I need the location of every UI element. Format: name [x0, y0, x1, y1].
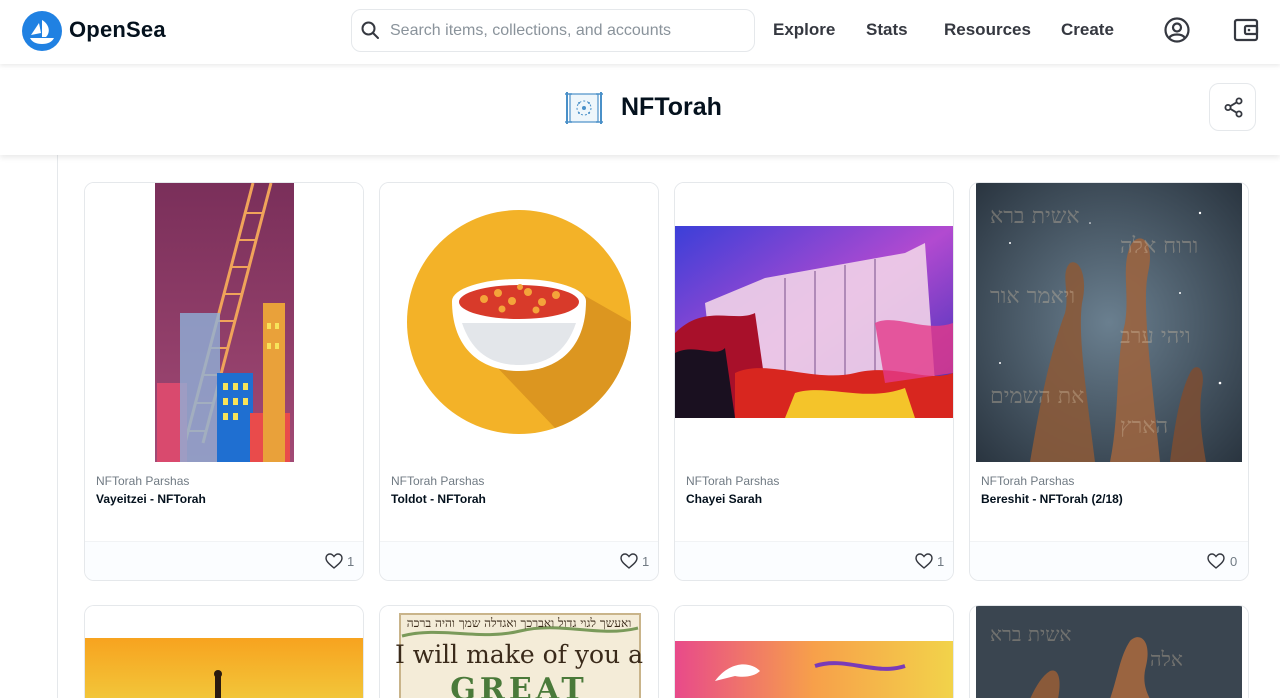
asset-collection-name[interactable]: NFTorah Parshas [686, 474, 779, 488]
favorite-count: 1 [347, 554, 355, 569]
nav-stats-link[interactable]: Stats [866, 20, 908, 40]
heart-icon[interactable] [1207, 553, 1225, 569]
asset-image[interactable] [675, 606, 953, 698]
asset-card[interactable]: NFTorah Parshas Vayeitzei - NFTorah 1 [84, 182, 364, 581]
asset-card[interactable]: NFTorah Parshas Toldot - NFTorah 1 [379, 182, 659, 581]
artwork-hebrew-text: ואעשך לגוי גדול ואברכך ואגדלה שמך והיה ב… [406, 616, 632, 630]
asset-collection-name[interactable]: NFTorah Parshas [981, 474, 1074, 488]
asset-name[interactable]: Chayei Sarah [686, 491, 886, 508]
asset-card[interactable]: אשית ברא ורוח אלה ויאמר אור ויהי ערב את הש… [969, 182, 1249, 581]
heart-icon[interactable] [915, 553, 933, 569]
opensea-logo-icon[interactable] [22, 11, 62, 51]
asset-card[interactable]: ואעשך לגוי גדול ואברכך ואגדלה שמך והיה ב… [379, 605, 659, 698]
asset-image[interactable] [85, 183, 363, 462]
asset-image[interactable]: אשית ברא ורוח אלה ויאמר אור ויהי ערב את הש… [970, 183, 1248, 462]
card-footer: 1 [85, 541, 363, 580]
card-footer: 1 [380, 541, 658, 580]
card-footer: 1 [675, 541, 953, 580]
wallet-icon[interactable] [1232, 16, 1260, 44]
asset-card[interactable]: NFTorah Parshas Chayei Sarah 1 [674, 182, 954, 581]
share-icon [1224, 97, 1243, 118]
search-icon [361, 21, 379, 39]
collection-title: NFTorah [621, 93, 722, 121]
asset-image[interactable]: ואעשך לגוי גדול ואברכך ואגדלה שמך והיה ב… [380, 606, 658, 698]
svg-text:את השמים: את השמים [990, 384, 1084, 409]
search-box[interactable] [351, 9, 755, 52]
asset-image[interactable] [380, 183, 658, 462]
nav-explore-link[interactable]: Explore [773, 20, 835, 40]
asset-collection-name[interactable]: NFTorah Parshas [391, 474, 484, 488]
search-input[interactable] [390, 10, 750, 51]
asset-image[interactable]: אשית ברא אלה [970, 606, 1248, 698]
asset-name[interactable]: Vayeitzei - NFTorah [96, 491, 296, 508]
svg-text:ויהי ערב: ויהי ערב [1120, 324, 1191, 349]
favorite-count: 1 [937, 554, 945, 569]
svg-text:אשית ברא: אשית ברא [990, 622, 1071, 646]
svg-text:ורוח אלה: ורוח אלה [1120, 234, 1198, 259]
artwork-text-great: GREAT [450, 672, 588, 698]
collection-logo-icon[interactable] [564, 88, 604, 128]
collection-header: NFTorah [0, 64, 1280, 155]
share-button[interactable] [1209, 83, 1256, 131]
account-icon[interactable] [1163, 16, 1191, 44]
asset-name[interactable]: Bereshit - NFTorah (2/18) [981, 491, 1181, 508]
svg-text:אשית ברא: אשית ברא [990, 204, 1080, 229]
svg-text:הארץ: הארץ [1120, 414, 1168, 439]
asset-image[interactable] [675, 183, 953, 462]
favorite-count: 0 [1230, 554, 1238, 569]
left-divider [57, 155, 58, 698]
svg-text:אלה: אלה [1150, 647, 1183, 671]
nav-create-link[interactable]: Create [1061, 20, 1114, 40]
brand-name[interactable]: OpenSea [69, 17, 166, 43]
card-footer: 0 [970, 541, 1248, 580]
nav-resources-link[interactable]: Resources [944, 20, 1031, 40]
heart-icon[interactable] [325, 553, 343, 569]
artwork-text: I will make of you a [394, 640, 644, 669]
asset-name[interactable]: Toldot - NFTorah [391, 491, 591, 508]
favorite-count: 1 [642, 554, 650, 569]
asset-collection-name[interactable]: NFTorah Parshas [96, 474, 189, 488]
asset-card[interactable]: אשית ברא אלה [969, 605, 1249, 698]
asset-image[interactable] [85, 606, 363, 698]
asset-card[interactable] [84, 605, 364, 698]
top-navbar: OpenSea Explore Stats Resources Create [0, 0, 1280, 64]
asset-card[interactable] [674, 605, 954, 698]
svg-text:ויאמר אור: ויאמר אור [990, 284, 1075, 309]
heart-icon[interactable] [620, 553, 638, 569]
